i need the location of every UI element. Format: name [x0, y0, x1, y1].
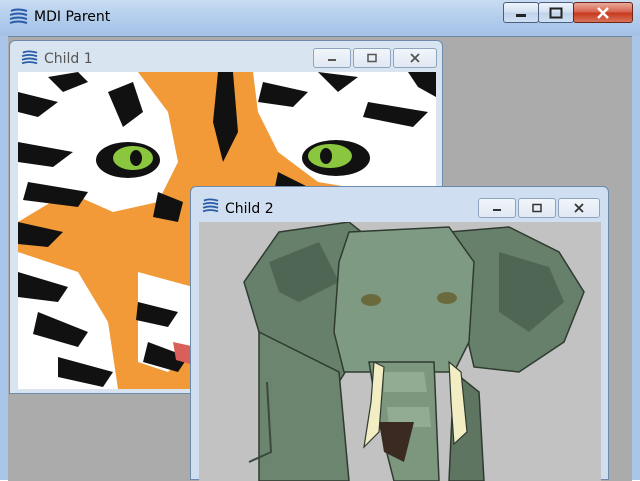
child-window-2[interactable]: Child 2 [190, 186, 609, 481]
child-close-button[interactable] [558, 198, 600, 218]
close-button[interactable] [573, 2, 633, 23]
maximize-icon [367, 53, 377, 63]
app-lines-icon [202, 198, 219, 213]
window-title: MDI Parent [34, 9, 111, 25]
child-title: Child 2 [225, 201, 274, 217]
maximize-icon [532, 203, 542, 213]
child-title: Child 1 [44, 51, 93, 67]
mdi-parent-window: MDI Parent Child 1 Child 2 [0, 0, 640, 481]
close-icon [597, 6, 609, 19]
parent-titlebar[interactable]: MDI Parent [0, 0, 640, 36]
child-maximize-button[interactable] [518, 198, 556, 218]
minimize-button[interactable] [503, 2, 539, 23]
minimize-icon [493, 209, 501, 211]
maximize-icon [549, 7, 563, 18]
app-lines-icon [21, 50, 38, 65]
minimize-icon [516, 13, 526, 17]
child-maximize-button[interactable] [353, 48, 391, 68]
child-close-button[interactable] [393, 48, 437, 68]
minimize-icon [328, 59, 336, 61]
child-minimize-button[interactable] [313, 48, 351, 68]
child-minimize-button[interactable] [478, 198, 516, 218]
close-icon [410, 53, 420, 63]
elephant-image [199, 222, 601, 481]
maximize-button[interactable] [538, 2, 574, 23]
close-icon [574, 203, 584, 213]
app-lines-icon [9, 8, 28, 24]
